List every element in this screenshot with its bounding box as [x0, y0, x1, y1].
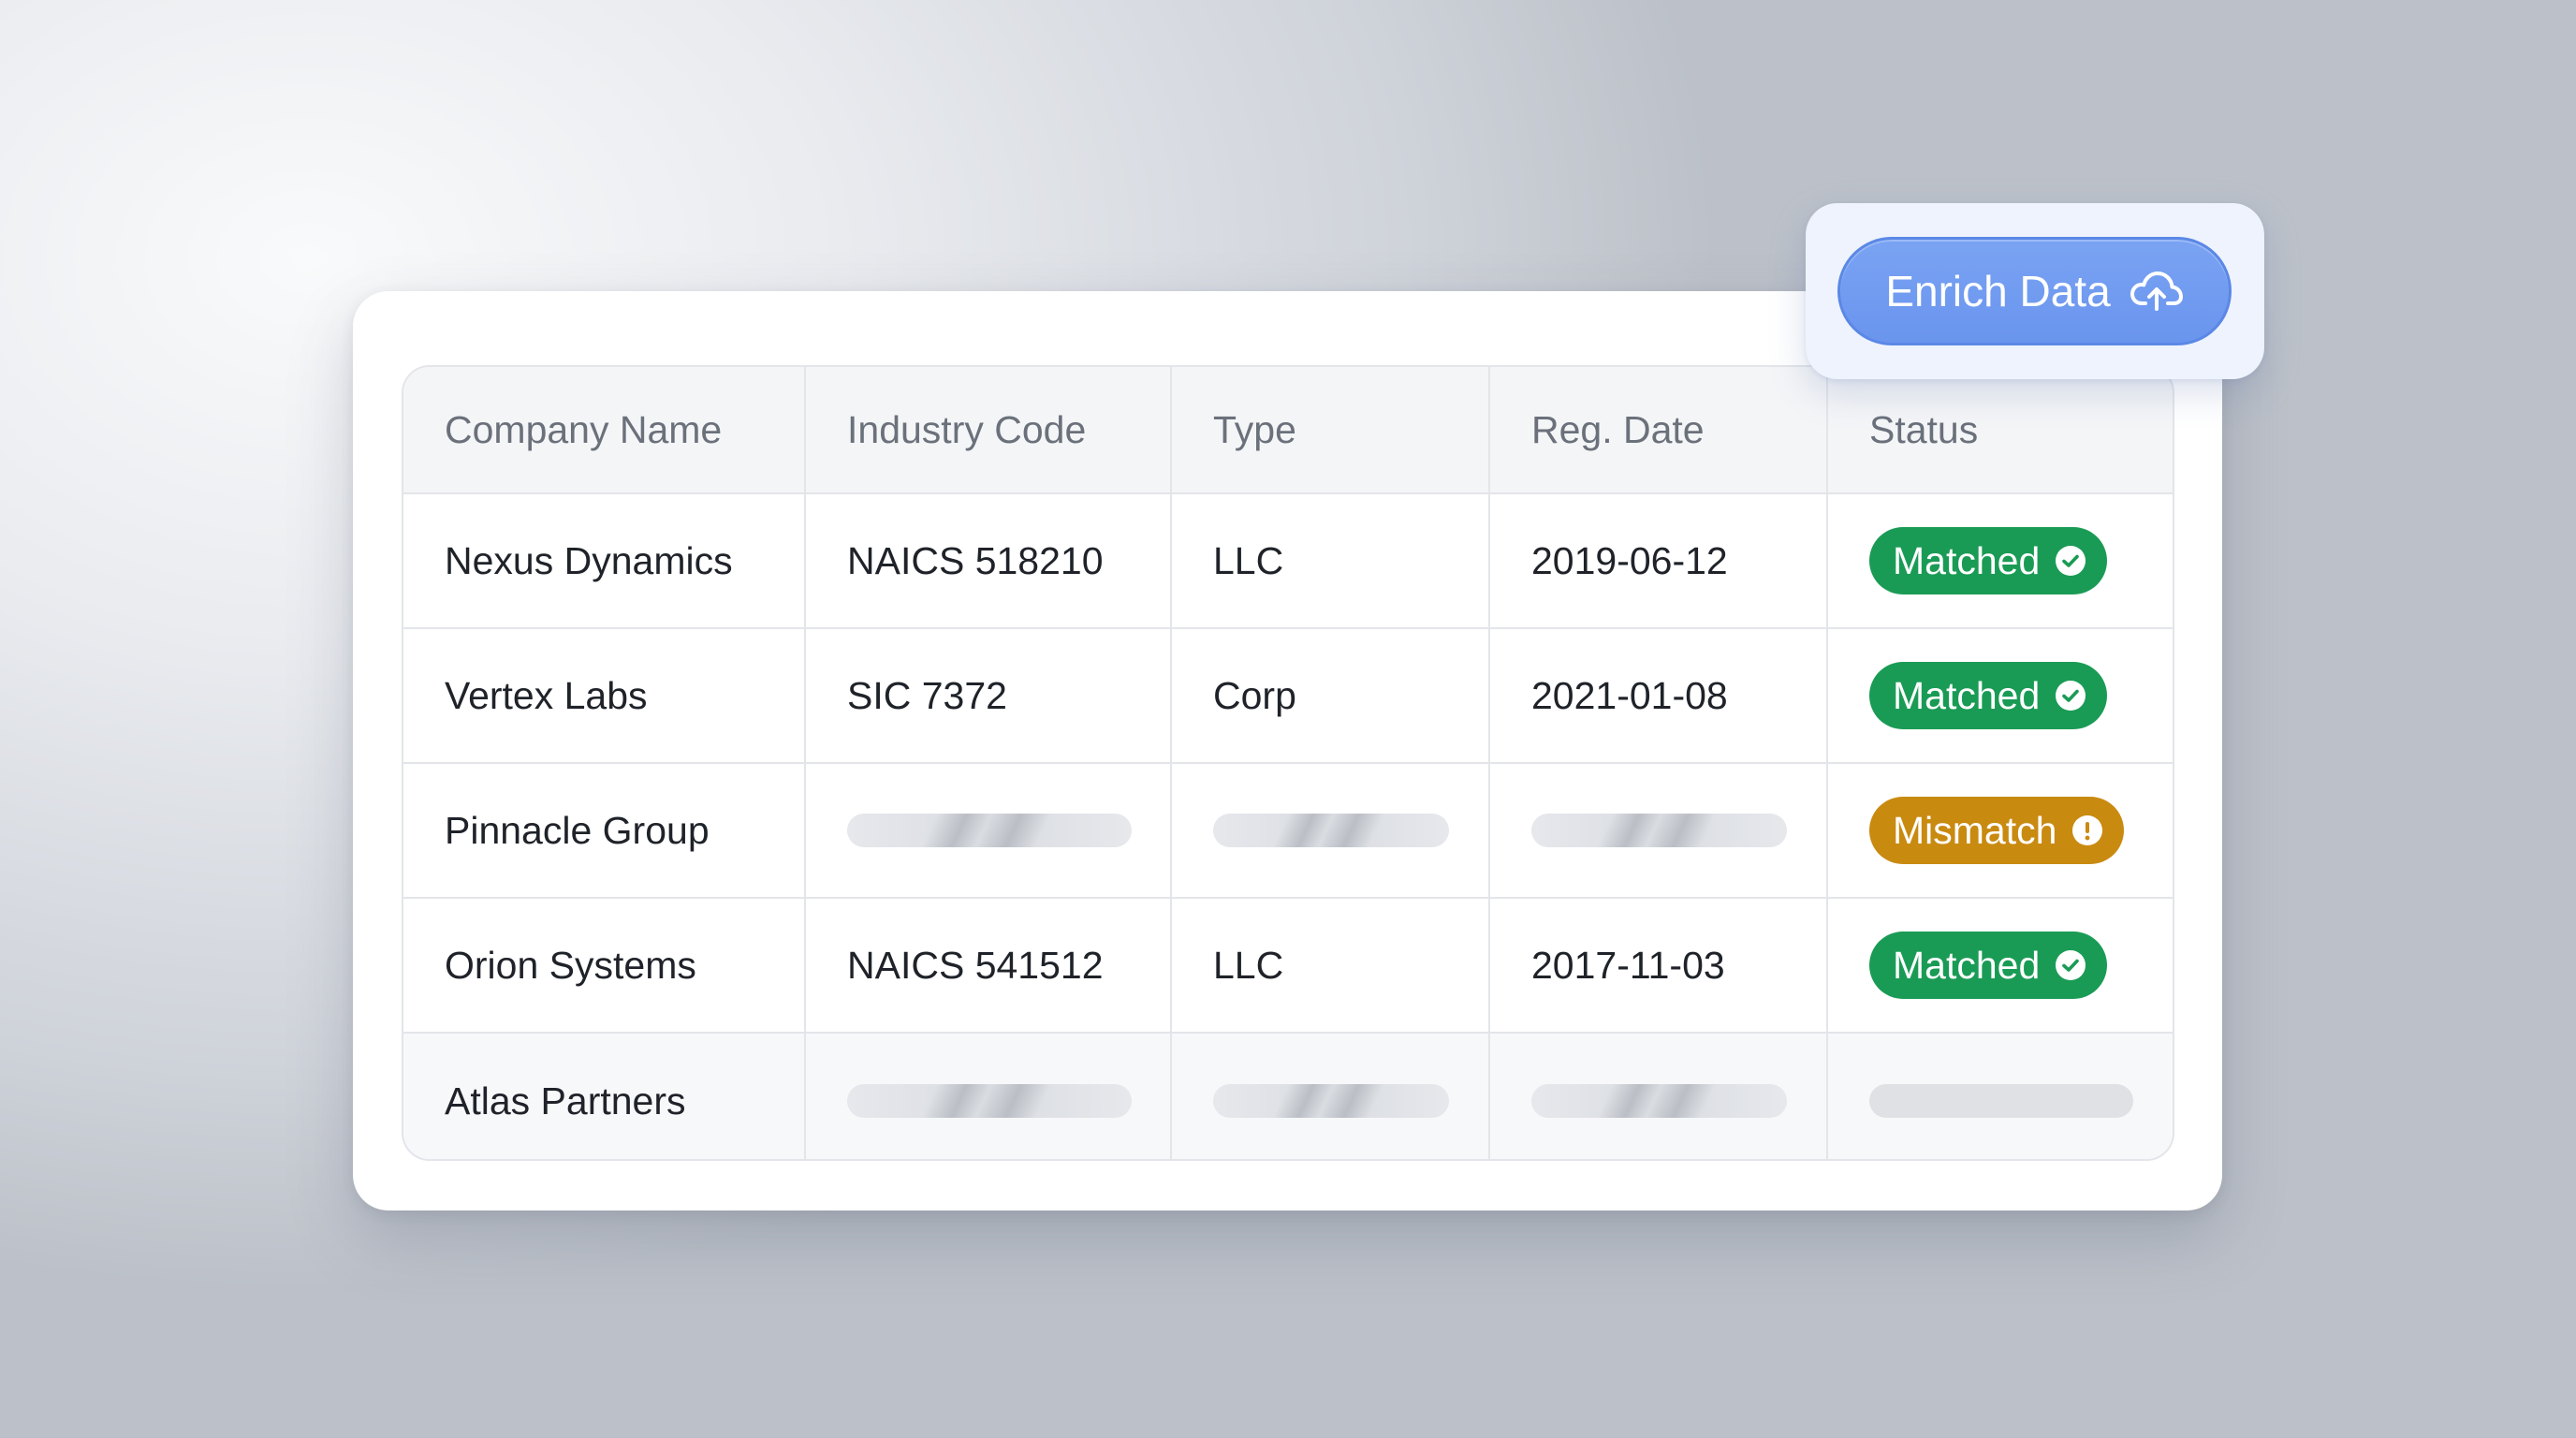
results-card: Company Name Industry Code Type Reg. Dat… [353, 291, 2222, 1211]
company-name-cell: Atlas Partners [403, 1034, 806, 1159]
reg-date-cell: 2021-01-08 [1490, 629, 1828, 762]
status-badge: Mismatch [1869, 797, 2125, 864]
type-cell: LLC [1172, 494, 1490, 627]
industry-code-cell: SIC 7372 [806, 629, 1172, 762]
company-table: Company Name Industry Code Type Reg. Dat… [402, 365, 2174, 1161]
loading-skeleton [1531, 1084, 1787, 1118]
status-badge: Matched [1869, 932, 2108, 999]
enrich-data-popover: Enrich Data [1806, 203, 2264, 379]
check-circle-icon [2055, 545, 2086, 577]
status-badge-label: Matched [1893, 673, 2041, 717]
table-row[interactable]: Pinnacle Group Mismatch [403, 764, 2173, 899]
status-badge-label: Mismatch [1893, 808, 2057, 852]
status-cell: Matched [1828, 494, 2173, 627]
industry-code-cell: NAICS 541512 [806, 899, 1172, 1032]
table-header-row: Company Name Industry Code Type Reg. Dat… [403, 367, 2173, 494]
header-type[interactable]: Type [1172, 367, 1490, 492]
company-name-cell: Orion Systems [403, 899, 806, 1032]
table-row[interactable]: Nexus Dynamics NAICS 518210 LLC 2019-06-… [403, 494, 2173, 629]
status-cell: Matched [1828, 899, 2173, 1032]
reg-date-cell [1490, 1034, 1828, 1159]
company-name-cell: Vertex Labs [403, 629, 806, 762]
table-row[interactable]: Vertex Labs SIC 7372 Corp 2021-01-08 Mat… [403, 629, 2173, 764]
header-status[interactable]: Status [1828, 367, 2173, 492]
loading-skeleton [1213, 814, 1449, 847]
header-industry-code[interactable]: Industry Code [806, 367, 1172, 492]
type-cell: LLC [1172, 899, 1490, 1032]
industry-code-cell: NAICS 518210 [806, 494, 1172, 627]
header-reg-date[interactable]: Reg. Date [1490, 367, 1828, 492]
loading-skeleton [1531, 814, 1787, 847]
table-row[interactable]: Atlas Partners [403, 1034, 2173, 1159]
check-circle-icon [2055, 680, 2086, 712]
status-badge: Matched [1869, 527, 2108, 594]
loading-skeleton [847, 814, 1132, 847]
reg-date-cell [1490, 764, 1828, 897]
cloud-upload-icon [2130, 268, 2184, 315]
reg-date-cell: 2017-11-03 [1490, 899, 1828, 1032]
type-cell: Corp [1172, 629, 1490, 762]
industry-code-cell [806, 764, 1172, 897]
loading-skeleton [847, 1084, 1132, 1118]
status-cell: Matched [1828, 629, 2173, 762]
company-name-cell: Pinnacle Group [403, 764, 806, 897]
status-badge-label: Matched [1893, 538, 2041, 582]
check-circle-icon [2055, 949, 2086, 981]
table-row[interactable]: Orion Systems NAICS 541512 LLC 2017-11-0… [403, 899, 2173, 1034]
company-name-cell: Nexus Dynamics [403, 494, 806, 627]
reg-date-cell: 2019-06-12 [1490, 494, 1828, 627]
type-cell [1172, 1034, 1490, 1159]
status-cell: Mismatch [1828, 764, 2173, 897]
status-badge-label: Matched [1893, 943, 2041, 987]
header-company-name[interactable]: Company Name [403, 367, 806, 492]
enrich-data-label: Enrich Data [1885, 267, 2111, 315]
status-badge: Matched [1869, 662, 2108, 729]
status-loading-skeleton [1869, 1084, 2133, 1118]
enrich-data-button[interactable]: Enrich Data [1837, 237, 2232, 345]
industry-code-cell [806, 1034, 1172, 1159]
type-cell [1172, 764, 1490, 897]
loading-skeleton [1213, 1084, 1449, 1118]
exclamation-circle-icon [2071, 814, 2103, 846]
status-cell [1828, 1034, 2173, 1159]
